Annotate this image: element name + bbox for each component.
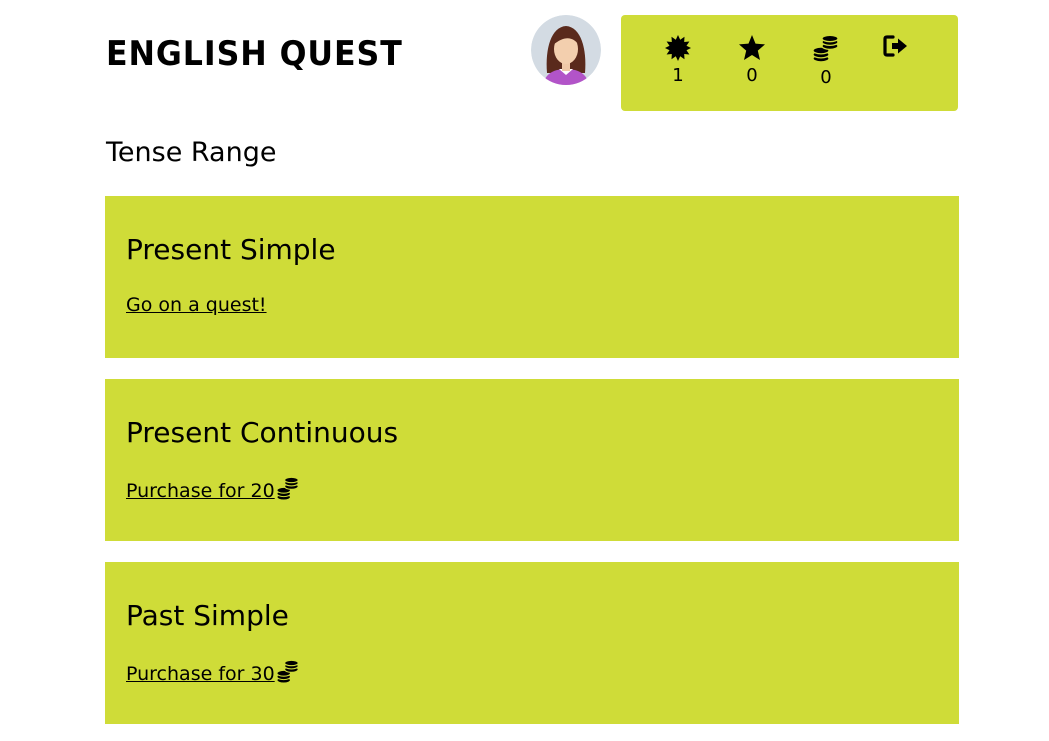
purchase-link[interactable]: Purchase for 30 <box>126 660 301 685</box>
tense-title: Present Simple <box>126 233 336 266</box>
purchase-link-label: Purchase for 30 <box>126 663 275 685</box>
experience-count: 1 <box>672 65 684 86</box>
quest-link[interactable]: Go on a quest! <box>126 294 267 316</box>
star-icon <box>739 35 765 60</box>
quest-link-label: Go on a quest! <box>126 294 267 316</box>
purchase-link-label: Purchase for 20 <box>126 480 275 502</box>
page-title: Tense Range <box>106 137 277 168</box>
coins-icon <box>275 477 299 501</box>
avatar[interactable] <box>531 15 601 85</box>
stars-count: 0 <box>746 65 758 86</box>
purchase-link[interactable]: Purchase for 20 <box>126 477 301 502</box>
tense-card-present-simple: Present Simple Go on a quest! <box>105 196 959 358</box>
stat-stars: 0 <box>732 35 772 87</box>
coins-icon <box>275 660 299 684</box>
coins-icon <box>812 35 839 63</box>
avatar-icon <box>531 15 601 85</box>
logout-button[interactable] <box>876 35 916 57</box>
tense-card-past-simple: Past Simple Purchase for 30 <box>105 562 959 724</box>
stat-coins: 0 <box>806 35 846 89</box>
coins-count: 0 <box>820 67 832 88</box>
tense-title: Past Simple <box>126 599 289 632</box>
app-logo: ENGLISH QUEST <box>106 34 403 74</box>
stat-badge: 1 <box>658 35 698 87</box>
tense-title: Present Continuous <box>126 416 399 449</box>
badge-icon <box>665 35 691 61</box>
stats-panel: 1 0 0 <box>621 15 958 111</box>
tense-card-present-continuous: Present Continuous Purchase for 20 <box>105 379 959 541</box>
logout-icon <box>883 35 907 57</box>
